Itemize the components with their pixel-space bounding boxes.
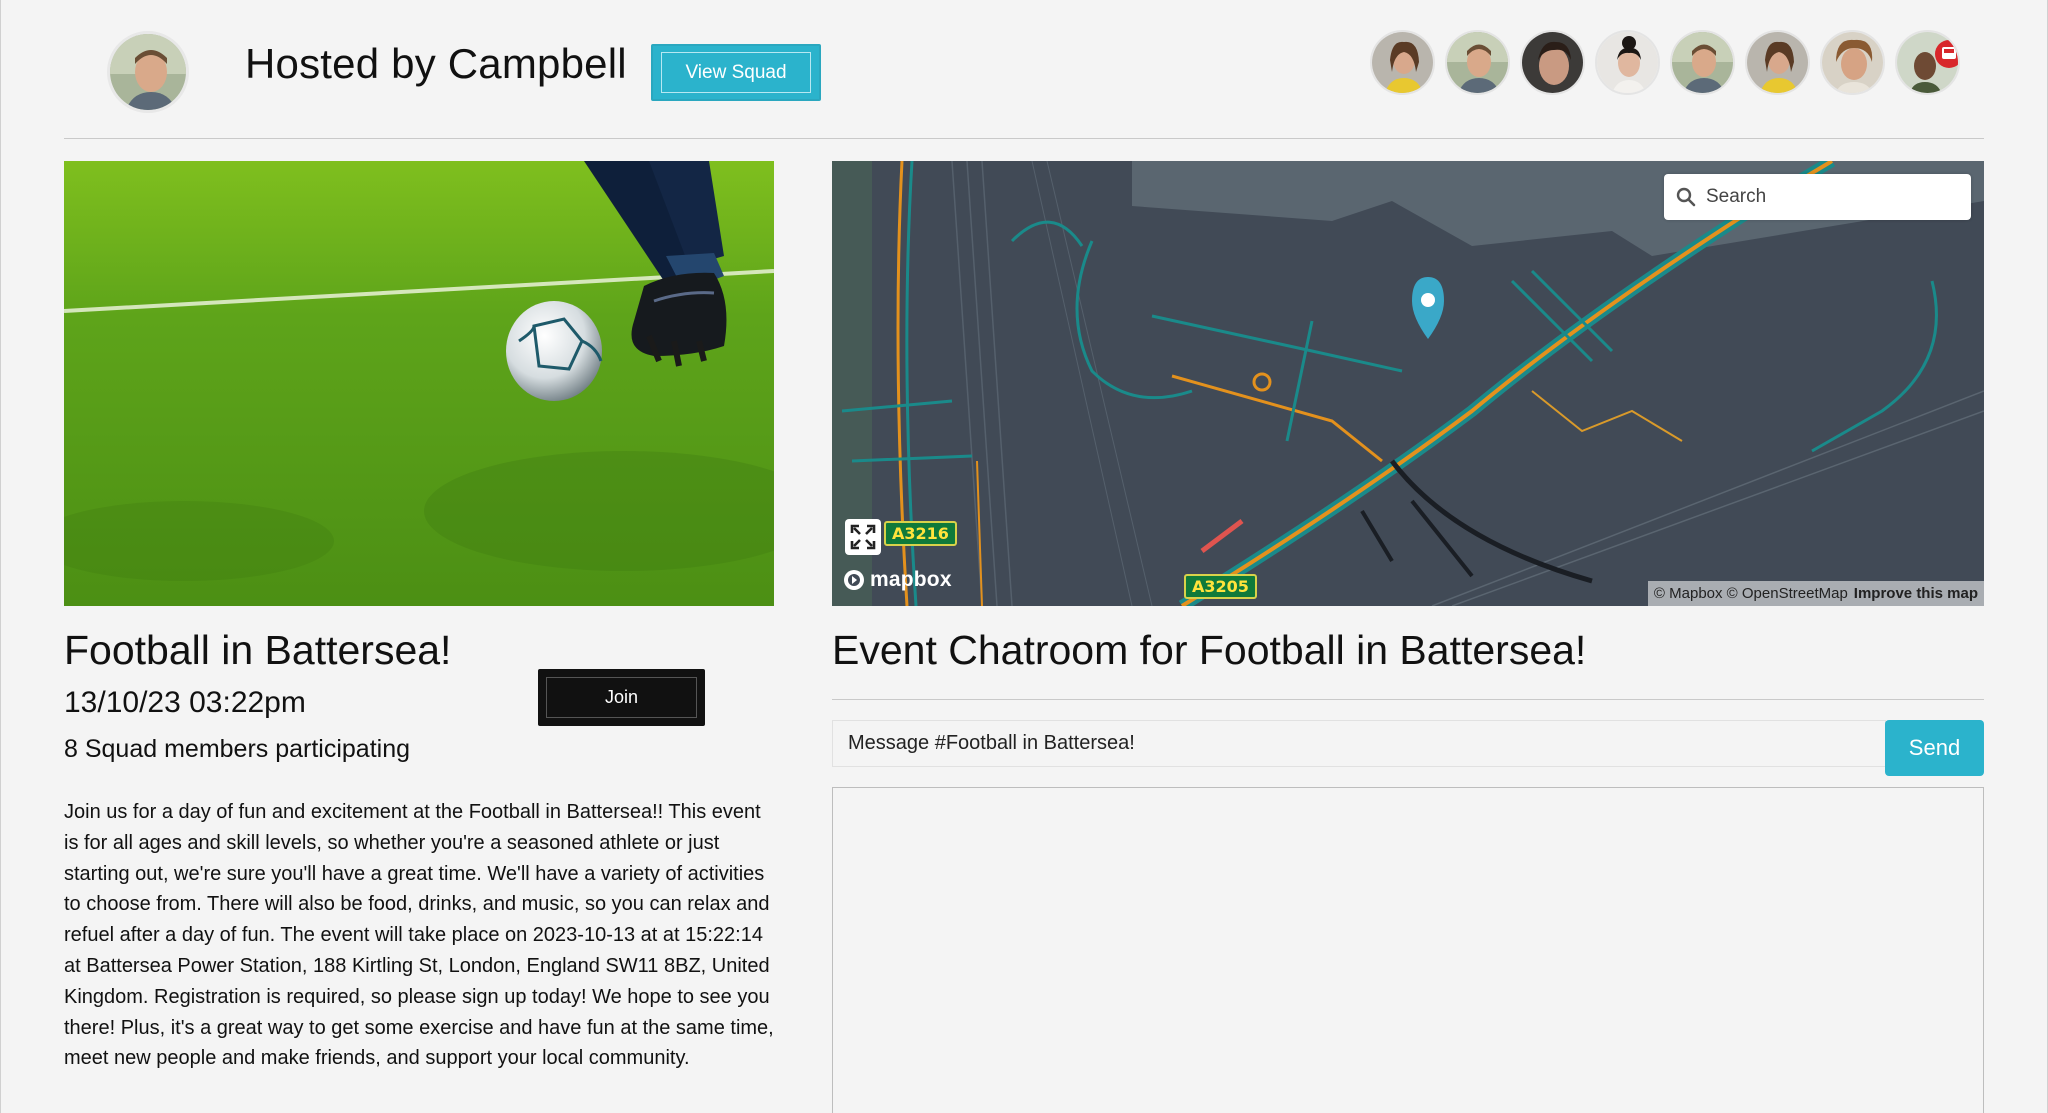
join-button-label: Join <box>546 677 697 718</box>
fullscreen-icon <box>850 524 876 550</box>
send-button[interactable]: Send <box>1885 720 1984 776</box>
map-tiles <box>832 161 1984 606</box>
view-squad-button[interactable]: View Squad <box>651 44 821 101</box>
map-search-input[interactable] <box>1706 186 1956 208</box>
fullscreen-button[interactable] <box>845 519 881 555</box>
mapbox-logo-icon <box>844 570 864 590</box>
squad-member-avatar[interactable] <box>1370 30 1435 95</box>
join-button[interactable]: Join <box>538 669 705 726</box>
mapbox-logo-text: mapbox <box>870 568 952 591</box>
squad-member-avatar[interactable] <box>1820 30 1885 95</box>
chatroom-title: Event Chatroom for Football in Battersea… <box>832 627 1587 673</box>
attribution-text[interactable]: © Mapbox © OpenStreetMap <box>1654 585 1848 602</box>
map-attribution: © Mapbox © OpenStreetMap Improve this ma… <box>1647 581 1984 606</box>
participant-count: 8 Squad members participating <box>64 735 411 763</box>
squad-avatar-list <box>1370 30 1960 95</box>
event-image <box>64 161 774 606</box>
host-avatar[interactable] <box>107 31 189 113</box>
event-map[interactable]: A3216 A3205 mapbox © Mapbox © OpenStreet… <box>832 161 1984 606</box>
improve-map-link[interactable]: Improve this map <box>1854 585 1978 602</box>
view-squad-label: View Squad <box>661 52 811 93</box>
squad-member-avatar[interactable] <box>1445 30 1510 95</box>
squad-member-avatar[interactable] <box>1895 30 1960 95</box>
squad-member-avatar[interactable] <box>1745 30 1810 95</box>
chat-messages-area[interactable] <box>832 787 1984 1113</box>
squad-member-avatar[interactable] <box>1520 30 1585 95</box>
event-title: Football in Battersea! <box>64 627 452 673</box>
squad-member-avatar[interactable] <box>1670 30 1735 95</box>
mapbox-logo[interactable]: mapbox <box>842 568 952 592</box>
map-search-box[interactable] <box>1664 174 1971 220</box>
host-title: Hosted by Campbell <box>245 40 627 87</box>
message-input[interactable] <box>832 720 1886 767</box>
event-datetime: 13/10/23 03:22pm <box>64 686 306 719</box>
squad-member-avatar[interactable] <box>1595 30 1660 95</box>
event-description: Join us for a day of fun and excitement … <box>64 801 774 1070</box>
road-label: A3216 <box>884 521 957 546</box>
search-icon <box>1676 187 1696 207</box>
header-divider <box>64 138 1984 139</box>
chat-divider <box>832 699 1984 700</box>
road-label: A3205 <box>1184 574 1257 599</box>
